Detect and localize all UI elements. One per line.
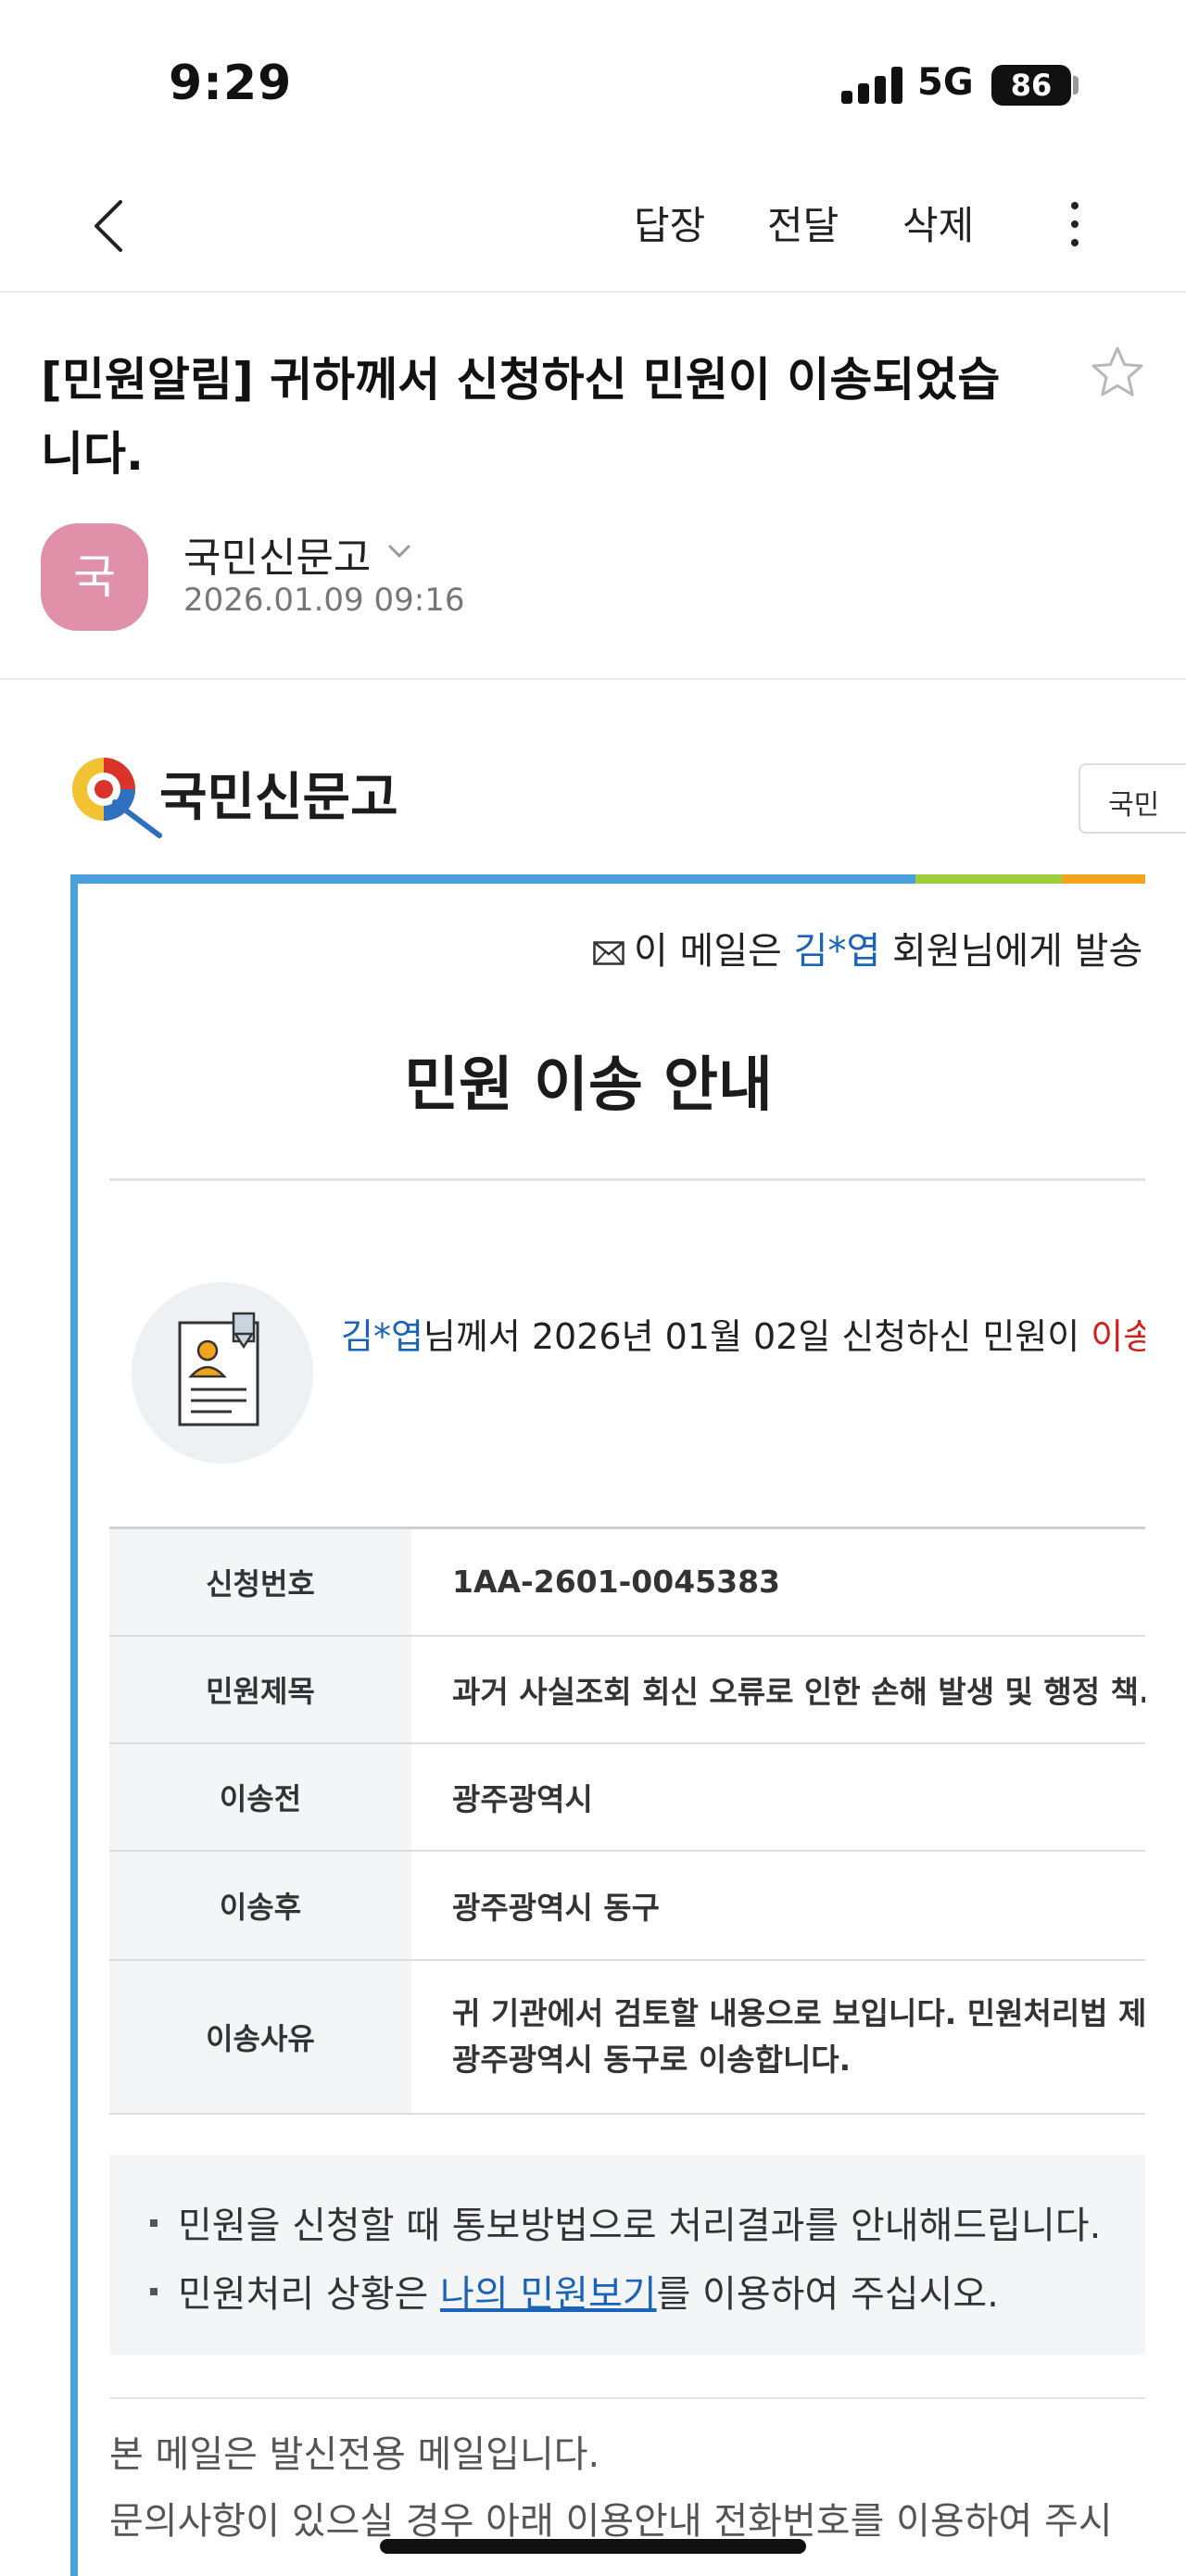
desc-name: 김*엽 <box>341 1316 423 1357</box>
star-button[interactable] <box>1090 345 1145 400</box>
guide-item: 민원처리 상황은 나의 민원보기를 이용하여 주십시오. <box>150 2260 1145 2329</box>
footer-text: 본 메일은 발신전용 메일입니다. 문의사항이 있으실 경우 아래 이용안내 전… <box>109 2421 1113 2555</box>
my-petition-link[interactable]: 나의 민원보기 <box>440 2273 657 2316</box>
row-value: 광주광역시 동구 <box>452 1889 661 1926</box>
color-bar-orange <box>1062 874 1145 884</box>
home-indicator[interactable] <box>380 2539 806 2554</box>
color-bar-blue <box>70 874 915 884</box>
logo-text: 국민신문고 <box>159 767 398 828</box>
delete-button[interactable]: 삭제 <box>902 195 974 251</box>
desc-middle: 님께서 2026년 01월 02일 신청하신 민원이 <box>423 1316 1091 1357</box>
title-divider <box>109 1178 1145 1181</box>
row-label: 신청번호 <box>109 1527 411 1636</box>
table-row: 신청번호 1AA-2601-0045383 <box>109 1527 1145 1636</box>
guide-text-suffix: 를 이용하여 주십시오. <box>656 2273 999 2316</box>
reason-line-2: 광주광역시 동구로 이송합니다. <box>452 2041 852 2078</box>
star-icon <box>1091 346 1143 396</box>
bullet-icon <box>150 2288 158 2295</box>
row-value: 귀 기관에서 검토할 내용으로 보입니다. 민원처리법 제1 광주광역시 동구로… <box>411 1960 1145 2114</box>
notice-prefix: 이 메일은 <box>634 930 794 973</box>
notice-title: 민원 이송 안내 <box>404 1051 773 1120</box>
sender-avatar: 국 <box>41 523 148 631</box>
guide-item: 민원을 신청할 때 통보방법으로 처리결과를 안내해드립니다. <box>150 2192 1145 2260</box>
document-transfer-icon <box>178 1312 259 1426</box>
footer-line-1: 본 메일은 발신전용 메일입니다. <box>109 2433 600 2476</box>
reply-button[interactable]: 답장 <box>634 195 705 251</box>
table-row: 이송사유 귀 기관에서 검토할 내용으로 보입니다. 민원처리법 제1 광주광역… <box>109 1959 1145 2114</box>
bullet-icon <box>150 2219 158 2227</box>
desc-highlight: 이송 <box>1091 1316 1145 1357</box>
header-divider <box>0 678 1186 680</box>
more-vertical-icon <box>1056 202 1093 246</box>
recipient-notice: 이 메일은 김*엽 회원님에게 발송 <box>593 921 1142 974</box>
transfer-description: 김*엽님께서 2026년 01월 02일 신청하신 민원이 이송되 <box>341 1308 1145 1359</box>
sender-name[interactable]: 국민신문고 <box>183 524 371 584</box>
more-button[interactable] <box>1056 191 1093 265</box>
table-row: 이송후 광주광역시 동구 <box>109 1850 1145 1960</box>
guide-text: 민원을 신청할 때 통보방법으로 처리결과를 안내해드립니다. <box>178 2205 1102 2247</box>
chevron-down-icon[interactable] <box>385 537 413 565</box>
petition-info-table: 신청번호 1AA-2601-0045383 민원제목 과거 사실조회 회신 오류… <box>109 1527 1145 2115</box>
row-value: 1AA-2601-0045383 <box>452 1564 781 1601</box>
network-label: 5G <box>917 61 974 104</box>
row-value: 광주광역시 <box>452 1780 593 1817</box>
mail-toolbar: 답장 전달 삭제 <box>0 167 1186 293</box>
signal-icon <box>841 67 902 104</box>
guide-box: 민원을 신청할 때 통보방법으로 처리결과를 안내해드립니다. 민원처리 상황은… <box>109 2155 1145 2355</box>
mail-subject: [민원알림] 귀하께서 신청하신 민원이 이송되었습니다. <box>41 353 1001 481</box>
battery-icon: 86 <box>991 65 1071 106</box>
top-link-button[interactable]: 국민 <box>1079 763 1186 834</box>
row-value: 과거 사실조회 회신 오류로 인한 손해 발생 및 행정 책... <box>452 1673 1145 1710</box>
color-bar-green <box>915 874 1062 884</box>
guide-text-prefix: 민원처리 상황은 <box>178 2273 441 2316</box>
footer-divider <box>109 2397 1145 2399</box>
mail-icon <box>593 941 625 965</box>
row-label: 민원제목 <box>109 1635 411 1743</box>
forward-button[interactable]: 전달 <box>767 195 839 251</box>
battery-tip <box>1073 76 1079 94</box>
row-label: 이송후 <box>109 1850 411 1960</box>
email-content: 이 메일은 김*엽 회원님에게 발송 민원 이송 안내 김*엽님께서 2026년… <box>78 884 1145 2576</box>
back-button[interactable] <box>74 189 148 263</box>
status-bar: 9:29 5G 86 <box>0 0 1186 167</box>
table-row: 이송전 광주광역시 <box>109 1742 1145 1851</box>
chevron-left-icon <box>95 200 122 252</box>
document-illustration <box>132 1282 313 1464</box>
table-row: 민원제목 과거 사실조회 회신 오류로 인한 손해 발생 및 행정 책... <box>109 1635 1145 1743</box>
logo-emblem-icon <box>72 758 162 838</box>
row-label: 이송전 <box>109 1742 411 1851</box>
notice-member: 김*엽 <box>793 930 881 973</box>
notice-suffix: 회원님에게 발송 <box>880 930 1143 973</box>
reason-line-1: 귀 기관에서 검토할 내용으로 보입니다. 민원처리법 제1 <box>452 1994 1145 2031</box>
sinmungo-logo: 국민신문고 <box>67 748 410 841</box>
sender-date: 2026.01.09 09:16 <box>183 582 465 619</box>
row-label: 이송사유 <box>109 1959 411 2114</box>
status-time: 9:29 <box>169 56 293 111</box>
